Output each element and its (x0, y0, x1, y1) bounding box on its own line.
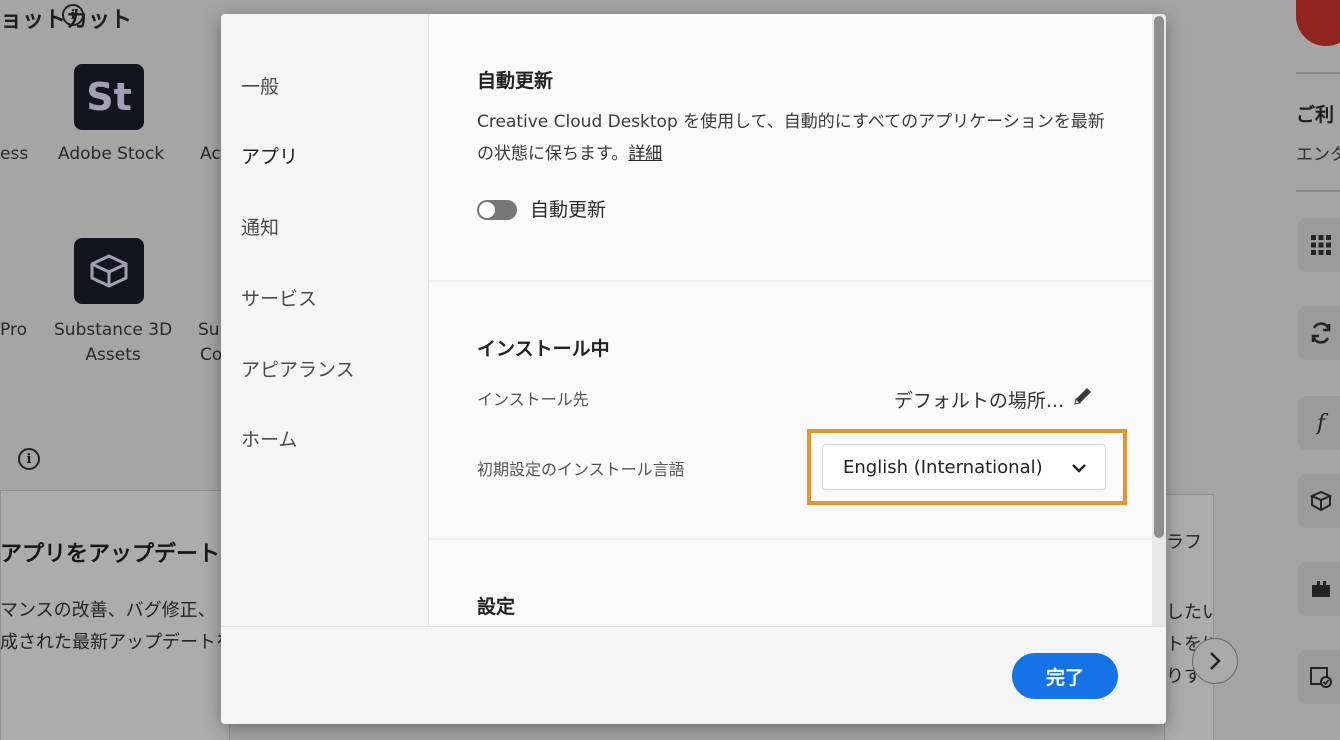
toggle-knob (479, 202, 495, 218)
install-language-value: English (International) (843, 457, 1043, 478)
auto-update-description: Creative Cloud Desktop を使用して、自動的にすべてのアプリ… (477, 106, 1117, 170)
learn-more-link[interactable]: 詳細 (628, 144, 662, 164)
preferences-dialog: 一般 アプリ 通知 サービス アピアランス ホーム 自動更新 Creative … (221, 14, 1166, 724)
done-button[interactable]: 完了 (1012, 653, 1118, 699)
settings-title: 設定 (477, 596, 516, 618)
dialog-footer: 完了 (221, 626, 1166, 724)
install-location-label: インストール先 (477, 390, 589, 409)
nav-item-apps[interactable]: アプリ (241, 142, 298, 169)
auto-update-toggle[interactable] (477, 200, 517, 220)
settings-section: 設定 (430, 540, 1152, 626)
edit-location-button[interactable] (1070, 383, 1096, 409)
nav-item-notifications[interactable]: 通知 (241, 213, 279, 240)
auto-update-description-text: Creative Cloud Desktop を使用して、自動的にすべてのアプリ… (477, 112, 1105, 164)
preferences-content: 自動更新 Creative Cloud Desktop を使用して、自動的にすべ… (430, 14, 1152, 626)
chevron-down-icon (1072, 464, 1086, 473)
auto-update-toggle-label: 自動更新 (530, 199, 607, 221)
nav-item-services[interactable]: サービス (241, 284, 317, 311)
content-scrollbar[interactable] (1152, 14, 1166, 626)
auto-update-title: 自動更新 (477, 70, 554, 92)
nav-item-appearance[interactable]: アピアランス (241, 355, 355, 382)
nav-item-general[interactable]: 一般 (241, 72, 279, 99)
auto-update-section: 自動更新 Creative Cloud Desktop を使用して、自動的にすべ… (430, 14, 1152, 280)
preferences-nav: 一般 アプリ 通知 サービス アピアランス ホーム (221, 14, 429, 626)
install-language-label: 初期設定のインストール言語 (477, 460, 685, 479)
installing-title: インストール中 (477, 338, 610, 360)
pencil-icon (1074, 388, 1091, 405)
install-location-value: デフォルトの場所... (893, 390, 1064, 412)
scrollbar-thumb[interactable] (1154, 16, 1164, 538)
nav-item-home[interactable]: ホーム (241, 425, 297, 452)
install-language-dropdown[interactable]: English (International) (822, 444, 1106, 490)
